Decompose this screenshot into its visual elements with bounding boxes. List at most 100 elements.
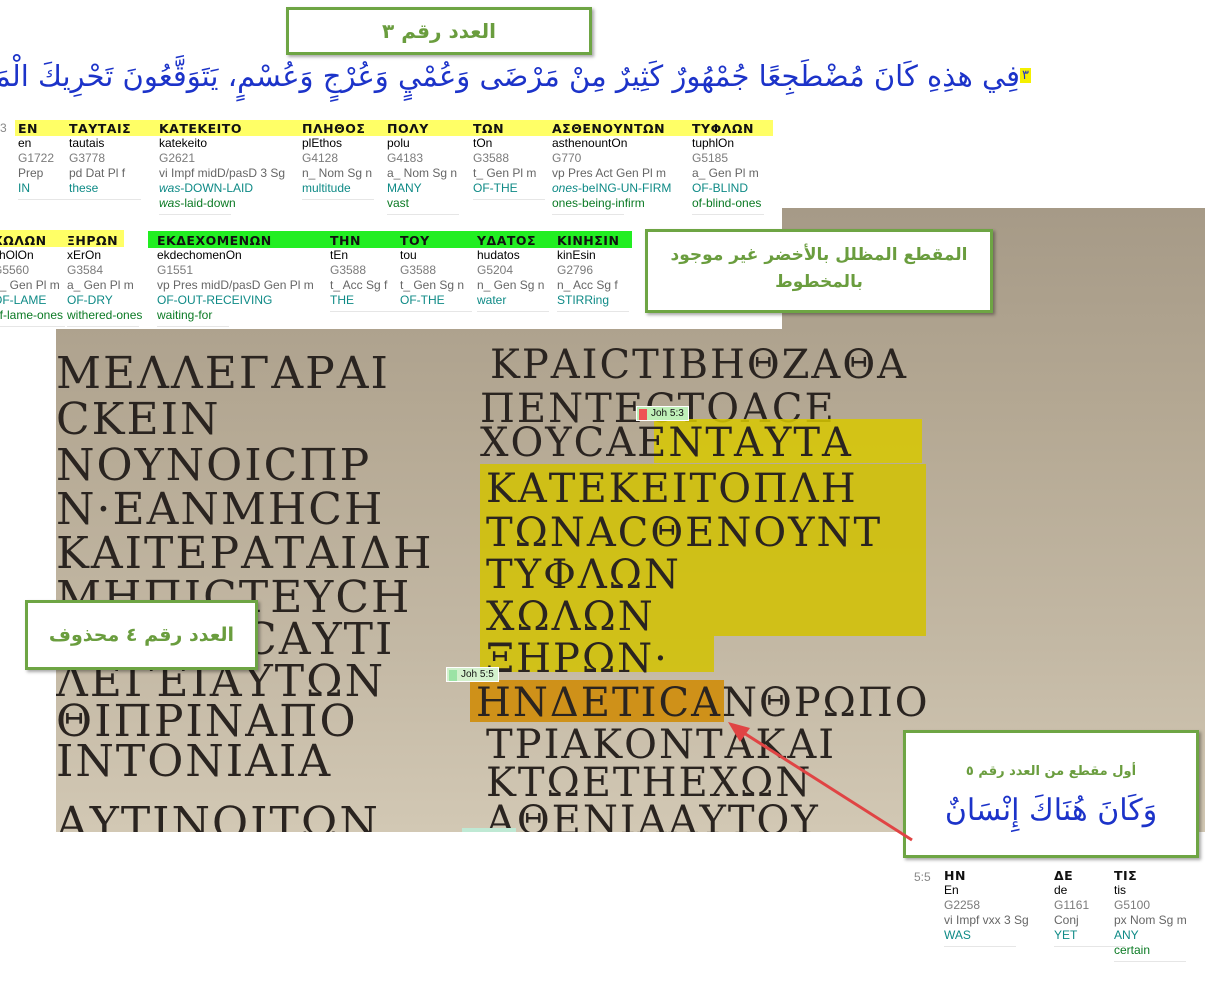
- ms-line3-highlight: ΕΝΤΑΥΤΑ: [637, 420, 853, 466]
- callout-verse-3-text: العدد رقم ٣: [382, 19, 496, 43]
- ms-right-line: ΤΥΦΛΩΝ: [486, 552, 681, 598]
- word-divider: [159, 213, 231, 215]
- callout-green-note-text: المقطع المظلل بالأخضر غير موجود بالمخطوط: [670, 245, 968, 292]
- word-eng2: waiting-for: [157, 308, 213, 322]
- word-eng2: was-laid-down: [159, 196, 285, 211]
- interlinear-word: ΗΝ En G2258 vi Impf vxx 3 Sg WAS: [944, 868, 1029, 947]
- ms-right-line: ΤΩΝΑϹΘΕΝΟΥΝΤ: [486, 510, 883, 556]
- ms-line3-start: ΧΟΥϹΑ: [480, 420, 638, 466]
- word-strong: G2796: [557, 263, 594, 277]
- arabic-verse-number: ٣: [1020, 68, 1031, 83]
- word-grammar: t_ Gen Pl m: [473, 166, 537, 180]
- word-grammar: vi Impf midD/pasD 3 Sg: [159, 166, 286, 180]
- word-strong: G3584: [67, 263, 104, 277]
- tag-joh-5-5[interactable]: Joh 5:5: [446, 667, 499, 682]
- ms-right-line: ΧΟΥϹΑΕΝΤΑΥΤΑ: [480, 420, 853, 466]
- word-eng2: certain: [1114, 943, 1151, 957]
- word-grammar: vp Pres Act Gen Pl m: [552, 166, 667, 180]
- word-strong: G5204: [477, 263, 514, 277]
- interlinear-word: ΤΟΥ tou G3588 t_ Gen Sg n OF-THE: [400, 233, 472, 312]
- word-translit: xErOn: [67, 248, 102, 262]
- word-eng1: water: [477, 293, 507, 307]
- ms-right-line: ΚΡΑΙϹΤΙΒΗΘΖΑΘΑ: [490, 342, 908, 388]
- tag-joh-5-3-label: Joh 5:3: [651, 408, 684, 419]
- word-eng2: of-lame-ones: [0, 308, 64, 322]
- word-greek: ΑΣΘΕΝΟΥΝΤΩΝ: [552, 121, 666, 136]
- word-divider: [67, 325, 139, 327]
- interlinear-word: ΤΙΣ tis G5100 px Nom Sg m ANY certain: [1114, 868, 1187, 962]
- word-grammar: pd Dat Pl f: [69, 166, 126, 180]
- word-translit: tou: [400, 248, 417, 262]
- callout-verse-3: العدد رقم ٣: [286, 7, 592, 55]
- word-grammar: a_ Gen Pl m: [692, 166, 759, 180]
- word-divider: [330, 310, 402, 312]
- word-eng2: of-blind-ones: [692, 196, 762, 210]
- interlinear-word: ΞΗΡΩΝ xErOn G3584 a_ Gen Pl m OF-DRY withered…: [67, 233, 142, 327]
- word-translit: kinEsin: [557, 248, 596, 262]
- word-grammar: t_ Acc Sg f: [330, 278, 388, 292]
- word-greek: ΤΥΦΛΩΝ: [692, 121, 754, 136]
- word-eng1: OF-BLIND: [692, 181, 749, 195]
- word-grammar: n_ Nom Sg n: [302, 166, 373, 180]
- interlinear-word: ΠΟΛΥ polu G4183 a_ Nom Sg n MANY vast: [387, 121, 459, 215]
- word-eng1: OF-OUT-RECEIVING: [157, 293, 273, 307]
- row1-ref: 3: [0, 121, 7, 135]
- word-eng1: ANY: [1114, 928, 1139, 942]
- word-eng1-italic: ones: [552, 181, 579, 195]
- interlinear-word: ΕΚΔΕΧΟΜΕΝΩΝ ekdechomenOn G1551 vp Pres midD…: [157, 233, 314, 327]
- arrowhead-icon: [728, 722, 750, 742]
- word-eng1: these: [69, 181, 99, 195]
- ms-left-line: ϹΚΕΙΝ: [56, 394, 221, 445]
- word-strong: G2621: [159, 151, 196, 165]
- word-divider: [552, 213, 624, 215]
- word-translit: hudatos: [477, 248, 520, 262]
- callout-verse-4-text: العدد رقم ٤ محذوف: [48, 624, 235, 646]
- word-strong: G5100: [1114, 898, 1151, 912]
- tag-marker-icon: [639, 409, 647, 420]
- word-greek: ΚΑΤΕΚΕΙΤΟ: [159, 121, 242, 136]
- interlinear-word: ΧΩΛΩΝchOlOnG5560a_ Gen Pl mOF-LAMEof-lam…: [0, 233, 65, 327]
- word-strong: G1551: [157, 263, 194, 277]
- word-greek: ΥΔΑΤΟΣ: [477, 233, 537, 248]
- word-strong: G3778: [69, 151, 106, 165]
- word-translit: ekdechomenOn: [157, 248, 242, 262]
- red-arrow: [728, 722, 913, 842]
- word-divider: [157, 325, 229, 327]
- word-strong: G3588: [473, 151, 510, 165]
- word-eng1-italic: was: [159, 181, 181, 195]
- row3-ref: 5:5: [914, 870, 931, 884]
- word-divider: [557, 310, 629, 312]
- word-eng1: THE: [330, 293, 354, 307]
- ms-verse5-start: ΗΝΔΕΤΙϹ: [476, 680, 692, 726]
- word-greek: ΤΩΝ: [473, 121, 505, 136]
- callout-verse-5-arabic: وَكَانَ هُنَاكَ إِنْسَانٌ: [944, 793, 1158, 828]
- word-translit: tEn: [330, 248, 349, 262]
- word-divider: [473, 198, 545, 200]
- word-eng1: OF-THE: [400, 293, 445, 307]
- word-eng1: OF-LAME: [0, 293, 47, 307]
- tag-joh-5-5-label: Joh 5:5: [461, 669, 494, 680]
- word-greek: ΗΝ: [944, 868, 966, 883]
- word-strong: G5560: [0, 263, 30, 277]
- tag-marker-icon: [449, 670, 457, 681]
- ms-right-line: ΚΑΤΕΚΕΙΤΟΠΛΗ: [486, 466, 858, 512]
- word-grammar: vi Impf vxx 3 Sg: [944, 913, 1029, 927]
- word-strong: G3588: [330, 263, 367, 277]
- callout-verse-5-title: أول مقطع من العدد رقم ٥: [965, 764, 1137, 779]
- word-strong: G3588: [400, 263, 437, 277]
- word-divider: [400, 310, 472, 312]
- word-eng2: withered-ones: [67, 308, 143, 322]
- word-divider: [0, 325, 65, 327]
- callout-green-note: المقطع المظلل بالأخضر غير موجود بالمخطوط: [645, 229, 993, 313]
- word-greek: ΚΙΝΗΣΙΝ: [557, 233, 620, 248]
- word-translit: asthenountOn: [552, 136, 628, 150]
- interlinear-word: ΤΩΝ tOn G3588 t_ Gen Pl m OF-THE: [473, 121, 545, 200]
- tag-joh-5-3[interactable]: Joh 5:3: [636, 406, 689, 421]
- word-eng1: OF-THE: [473, 181, 518, 195]
- word-eng1: STIRRing: [557, 293, 610, 307]
- interlinear-word: ΚΑΤΕΚΕΙΤΟ katekeito G2621 vi Impf midD/pasD…: [159, 121, 285, 215]
- word-divider: [302, 198, 374, 200]
- word-grammar: n_ Gen Sg n: [477, 278, 545, 292]
- word-greek: ΤΟΥ: [400, 233, 430, 248]
- word-strong: G5185: [692, 151, 729, 165]
